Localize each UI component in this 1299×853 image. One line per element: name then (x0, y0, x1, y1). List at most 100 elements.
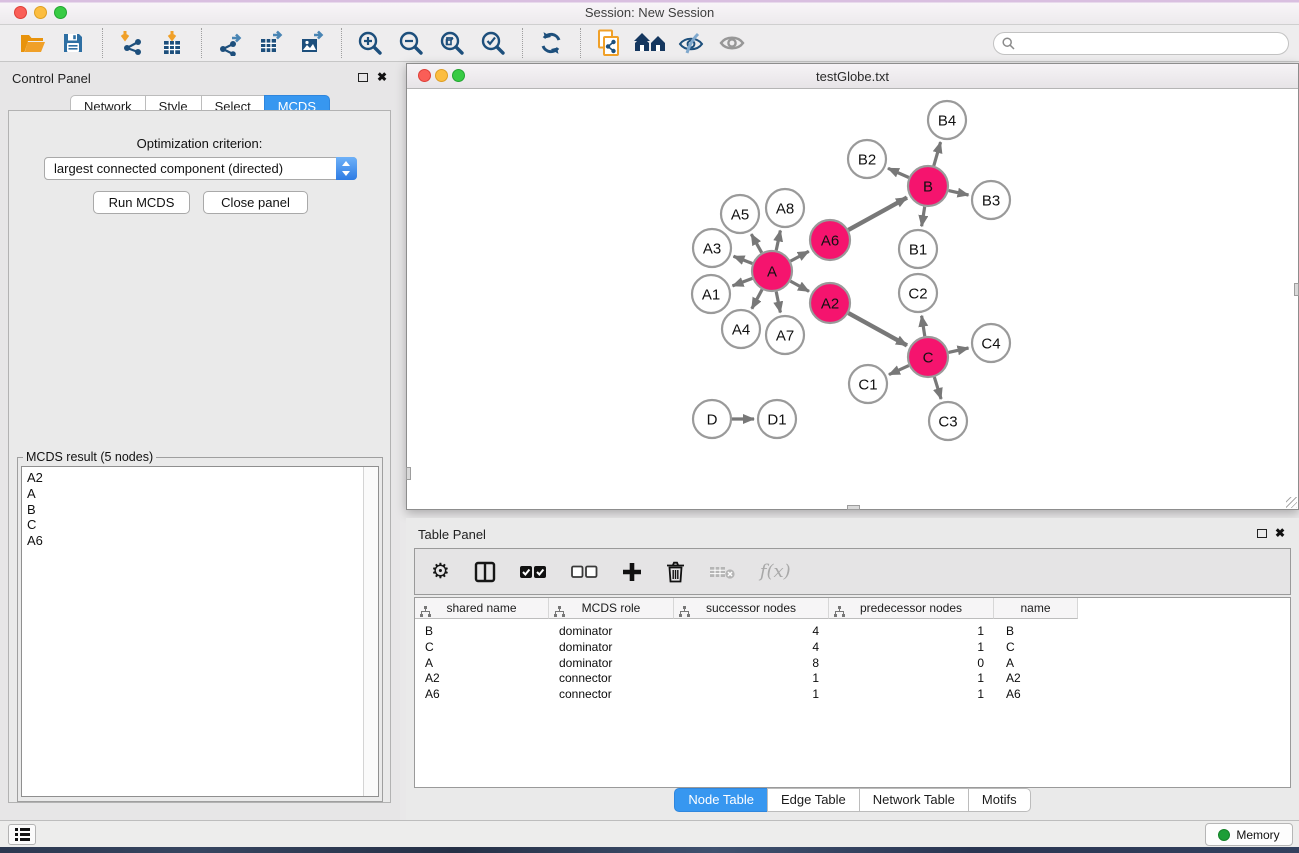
mcds-result-item[interactable]: C (22, 517, 378, 533)
open-file-icon[interactable] (16, 28, 48, 58)
tab-network-table[interactable]: Network Table (859, 788, 969, 812)
graph-node-A1[interactable]: A1 (692, 275, 730, 313)
table-cell[interactable]: 1 (829, 623, 984, 639)
table-cell[interactable]: A (1006, 655, 1078, 671)
resize-grip-right[interactable] (1294, 283, 1299, 296)
run-mcds-button[interactable]: Run MCDS (93, 191, 190, 214)
close-table-panel-icon[interactable]: ✖ (1275, 526, 1285, 540)
float-table-panel-icon[interactable] (1257, 529, 1267, 538)
close-panel-icon[interactable]: ✖ (377, 70, 387, 84)
table-settings-gear-icon[interactable]: ⚙ (431, 557, 450, 587)
table-cell[interactable]: C (425, 639, 547, 655)
first-neighbors-icon[interactable] (634, 28, 666, 58)
mcds-result-item[interactable]: A6 (22, 533, 378, 549)
graph-node-A5[interactable]: A5 (721, 195, 759, 233)
graph-node-A[interactable]: A (752, 251, 792, 291)
save-session-icon[interactable] (57, 28, 89, 58)
search-input[interactable] (1020, 36, 1270, 50)
graph-node-C[interactable]: C (908, 337, 948, 377)
graph-edge-A-A7[interactable] (776, 292, 780, 313)
tab-motifs[interactable]: Motifs (968, 788, 1031, 812)
tab-edge-table[interactable]: Edge Table (767, 788, 860, 812)
table-cell[interactable]: dominator (559, 639, 672, 655)
table-cell[interactable]: 1 (829, 686, 984, 702)
float-panel-icon[interactable] (358, 73, 368, 82)
graph-edge-A-A6[interactable] (791, 251, 809, 261)
table-cell[interactable]: 1 (674, 670, 819, 686)
table-cell[interactable]: dominator (559, 655, 672, 671)
graph-edge-C-C1[interactable] (889, 366, 909, 375)
table-cell[interactable]: A6 (425, 686, 547, 702)
table-cell[interactable]: dominator (559, 623, 672, 639)
search-box[interactable] (993, 32, 1289, 55)
graph-node-B3[interactable]: B3 (972, 181, 1010, 219)
graph-edge-A2-C[interactable] (848, 313, 907, 345)
deselect-all-rows-icon[interactable] (571, 557, 598, 587)
show-panels-list-icon[interactable] (8, 824, 36, 845)
graph-node-A6[interactable]: A6 (810, 220, 850, 260)
table-cell[interactable]: 1 (829, 639, 984, 655)
destroy-table-icon[interactable] (709, 557, 736, 587)
export-table-icon[interactable] (255, 28, 287, 58)
close-panel-button[interactable]: Close panel (203, 191, 308, 214)
resize-grip-left[interactable] (406, 467, 411, 480)
table-cell[interactable]: 0 (829, 655, 984, 671)
graph-node-C4[interactable]: C4 (972, 324, 1010, 362)
table-cell[interactable]: A2 (425, 670, 547, 686)
import-table-icon[interactable] (156, 28, 188, 58)
resize-corner-icon[interactable] (1286, 497, 1297, 508)
table-cell[interactable]: A (425, 655, 547, 671)
memory-button[interactable]: Memory (1205, 823, 1293, 846)
mcds-list-scrollbar[interactable] (363, 467, 378, 796)
graph-edge-A-A4[interactable] (752, 290, 762, 309)
zoom-selected-icon[interactable] (477, 28, 509, 58)
resize-grip-bottom[interactable] (847, 505, 860, 510)
graph-edge-B-B3[interactable] (949, 191, 969, 195)
import-network-icon[interactable] (115, 28, 147, 58)
graph-node-A8[interactable]: A8 (766, 189, 804, 227)
column-header-MCDS-role[interactable]: MCDS role (549, 598, 674, 619)
show-all-eye-icon[interactable] (716, 28, 748, 58)
node-table[interactable]: shared nameMCDS rolesuccessor nodesprede… (414, 597, 1291, 788)
graph-node-D1[interactable]: D1 (758, 400, 796, 438)
table-cell[interactable]: B (425, 623, 547, 639)
table-cell[interactable]: 8 (674, 655, 819, 671)
table-cell[interactable]: 4 (674, 623, 819, 639)
mcds-result-list[interactable]: A2ABCA6 (21, 466, 379, 797)
graph-node-C1[interactable]: C1 (849, 365, 887, 403)
export-image-icon[interactable] (296, 28, 328, 58)
new-network-from-selection-icon[interactable] (593, 28, 625, 58)
column-header-name[interactable]: name (994, 598, 1078, 619)
graph-edge-B-B2[interactable] (888, 168, 909, 177)
table-cell[interactable]: connector (559, 670, 672, 686)
network-canvas[interactable]: AA1A2A3A4A5A6A7A8BB1B2B3B4CC1C2C3C4DD1 (407, 90, 1298, 509)
show-columns-icon[interactable] (474, 557, 496, 587)
graph-node-C3[interactable]: C3 (929, 402, 967, 440)
graph-edge-A-A2[interactable] (790, 281, 809, 291)
table-cell[interactable]: 1 (829, 670, 984, 686)
graph-edge-A-A8[interactable] (776, 231, 780, 251)
graph-edge-B-B4[interactable] (934, 142, 941, 166)
hide-selected-eye-slash-icon[interactable] (675, 28, 707, 58)
graph-node-C2[interactable]: C2 (899, 274, 937, 312)
graph-edge-A-A5[interactable] (751, 234, 761, 253)
graph-node-B2[interactable]: B2 (848, 140, 886, 178)
refresh-view-icon[interactable] (535, 28, 567, 58)
graph-edge-A6-B[interactable] (848, 198, 907, 230)
export-network-icon[interactable] (214, 28, 246, 58)
graph-node-B4[interactable]: B4 (928, 101, 966, 139)
mcds-result-item[interactable]: A (22, 486, 378, 502)
graph-node-A7[interactable]: A7 (766, 316, 804, 354)
add-column-icon[interactable] (622, 557, 642, 587)
graph-edge-C-C4[interactable] (949, 348, 969, 352)
zoom-fit-icon[interactable] (436, 28, 468, 58)
table-cell[interactable]: A2 (1006, 670, 1078, 686)
graph-node-A4[interactable]: A4 (722, 310, 760, 348)
mcds-result-item[interactable]: A2 (22, 470, 378, 486)
column-header-predecessor-nodes[interactable]: predecessor nodes (829, 598, 994, 619)
mcds-result-item[interactable]: B (22, 502, 378, 518)
select-all-rows-icon[interactable] (520, 557, 547, 587)
delete-column-trash-icon[interactable] (666, 557, 685, 587)
graph-edge-C-C2[interactable] (922, 316, 925, 337)
table-cell[interactable]: 1 (674, 686, 819, 702)
